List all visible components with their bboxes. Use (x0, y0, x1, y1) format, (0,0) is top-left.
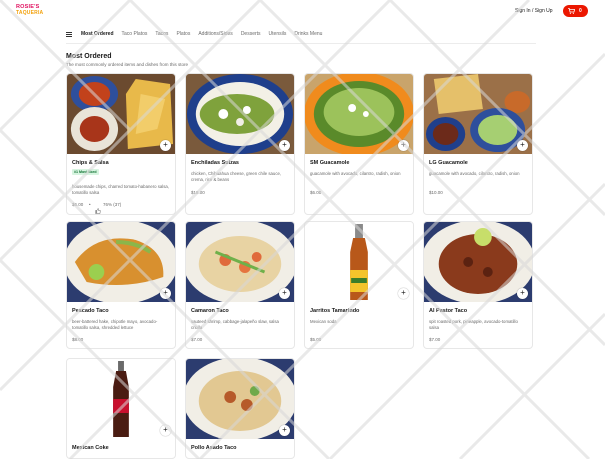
item-price: $18.00 (191, 190, 205, 195)
item-name: Pollo Asado Taco (191, 445, 237, 451)
tab-platos[interactable]: Platos (176, 31, 190, 37)
item-price: $6.00 (72, 202, 84, 207)
item-name: Al Pastor Taco (429, 308, 468, 314)
menu-item-card[interactable]: + Chips & Salsa #1 Most liked housemade … (66, 73, 176, 215)
item-photo (424, 74, 532, 154)
item-photo (305, 74, 413, 154)
menu-item-card[interactable]: + Jarritos Tamarindo Mexican soda $5.00 (304, 221, 414, 349)
sign-in-link[interactable]: Sign In / Sign Up (515, 8, 553, 14)
item-photo (186, 359, 294, 439)
item-description: Mexican soda (310, 319, 337, 324)
tab-desserts[interactable]: Desserts (241, 31, 261, 37)
menu-item-card[interactable]: + LG Guacamole guacamole with avocado, c… (423, 73, 533, 215)
top-header: ROSIE'S TAQUERIA Sign In / Sign Up 0 (0, 0, 605, 24)
add-button[interactable]: + (279, 425, 290, 436)
item-photo (186, 222, 294, 302)
item-photo (67, 74, 175, 154)
item-name: Chips & Salsa (72, 160, 109, 166)
cart-count: 0 (579, 8, 582, 14)
cart-button[interactable]: 0 (563, 5, 588, 17)
section-title: Most Ordered (66, 53, 112, 60)
item-description: spit roasted pork, pineapple, avocado-to… (429, 319, 518, 330)
tab-most-ordered[interactable]: Most Ordered (81, 31, 114, 37)
item-name: Camaron Taco (191, 308, 229, 314)
item-description: guacamole with avocado, cilantro, radish… (429, 171, 520, 176)
add-button[interactable]: + (160, 288, 171, 299)
item-price: $7.00 (429, 337, 441, 342)
add-button[interactable]: + (160, 140, 171, 151)
item-price: $5.00 (310, 337, 322, 342)
tab-tacos[interactable]: Tacos (155, 31, 168, 37)
item-price: $7.00 (191, 337, 203, 342)
item-name: Mexican Coke (72, 445, 109, 451)
menu-item-card[interactable]: + Al Pastor Taco spit roasted pork, pine… (423, 221, 533, 349)
section-subtitle: The most commonly ordered items and dish… (66, 62, 189, 67)
tab-additions-sides[interactable]: Additions/Sides (198, 31, 232, 37)
item-price: $10.00 (429, 190, 443, 195)
add-button[interactable]: + (517, 288, 528, 299)
item-photo (305, 222, 413, 302)
tab-utensils[interactable]: Utensils (269, 31, 287, 37)
add-button[interactable]: + (160, 425, 171, 436)
hamburger-menu-icon[interactable] (66, 31, 72, 37)
item-photo (424, 222, 532, 302)
logo-line-2: TAQUERIA (16, 10, 44, 16)
menu-item-card[interactable]: + Mexican Coke (66, 358, 176, 459)
most-liked-badge: #1 Most liked (72, 169, 99, 175)
item-description: chicken, Chihuahua cheese, green chile s… (191, 171, 282, 182)
item-photo (186, 74, 294, 154)
item-description: beer-battered hake, chipotle mayo, avoca… (72, 319, 158, 330)
menu-item-card[interactable]: + SM Guacamole guacamole with avocado, c… (304, 73, 414, 215)
item-name: SM Guacamole (310, 160, 350, 166)
item-name: Pescado Taco (72, 308, 109, 314)
add-button[interactable]: + (398, 140, 409, 151)
item-description: housemade chips, charred tomato-habanero… (72, 184, 169, 195)
menu-item-card[interactable]: + Pollo Asado Taco (185, 358, 295, 459)
item-price: $6.00 (310, 190, 322, 195)
add-button[interactable]: + (517, 140, 528, 151)
nav-divider (66, 43, 536, 44)
item-description: guacamole with avocado, cilantro, radish… (310, 171, 401, 176)
item-rating: 76% (37) (103, 202, 122, 207)
item-description: sauteed shrimp, cabbage-jalapeño slaw, s… (191, 319, 279, 330)
add-button[interactable]: + (398, 288, 409, 299)
menu-item-card[interactable]: + Pescado Taco beer-battered hake, chipo… (66, 221, 176, 349)
add-button[interactable]: + (279, 140, 290, 151)
add-button[interactable]: + (279, 288, 290, 299)
item-photo (67, 222, 175, 302)
menu-item-card[interactable]: + Camaron Taco sauteed shrimp, cabbage-j… (185, 221, 295, 349)
menu-item-card[interactable]: + Enchiladas Suizas chicken, Chihuahua c… (185, 73, 295, 215)
item-photo (67, 359, 175, 439)
price-separator: • (89, 202, 91, 207)
thumbs-up-icon (95, 201, 101, 214)
item-name: Enchiladas Suizas (191, 160, 239, 166)
cart-icon (568, 8, 575, 14)
tab-drinks-menu[interactable]: Drinks Menu (294, 31, 322, 37)
item-name: Jarritos Tamarindo (310, 308, 360, 314)
store-logo[interactable]: ROSIE'S TAQUERIA (16, 4, 44, 20)
item-price: $8.00 (72, 337, 84, 342)
category-nav: Most Ordered Taco Platos Tacos Platos Ad… (66, 28, 330, 40)
tab-taco-platos[interactable]: Taco Platos (122, 31, 148, 37)
item-name: LG Guacamole (429, 160, 468, 166)
